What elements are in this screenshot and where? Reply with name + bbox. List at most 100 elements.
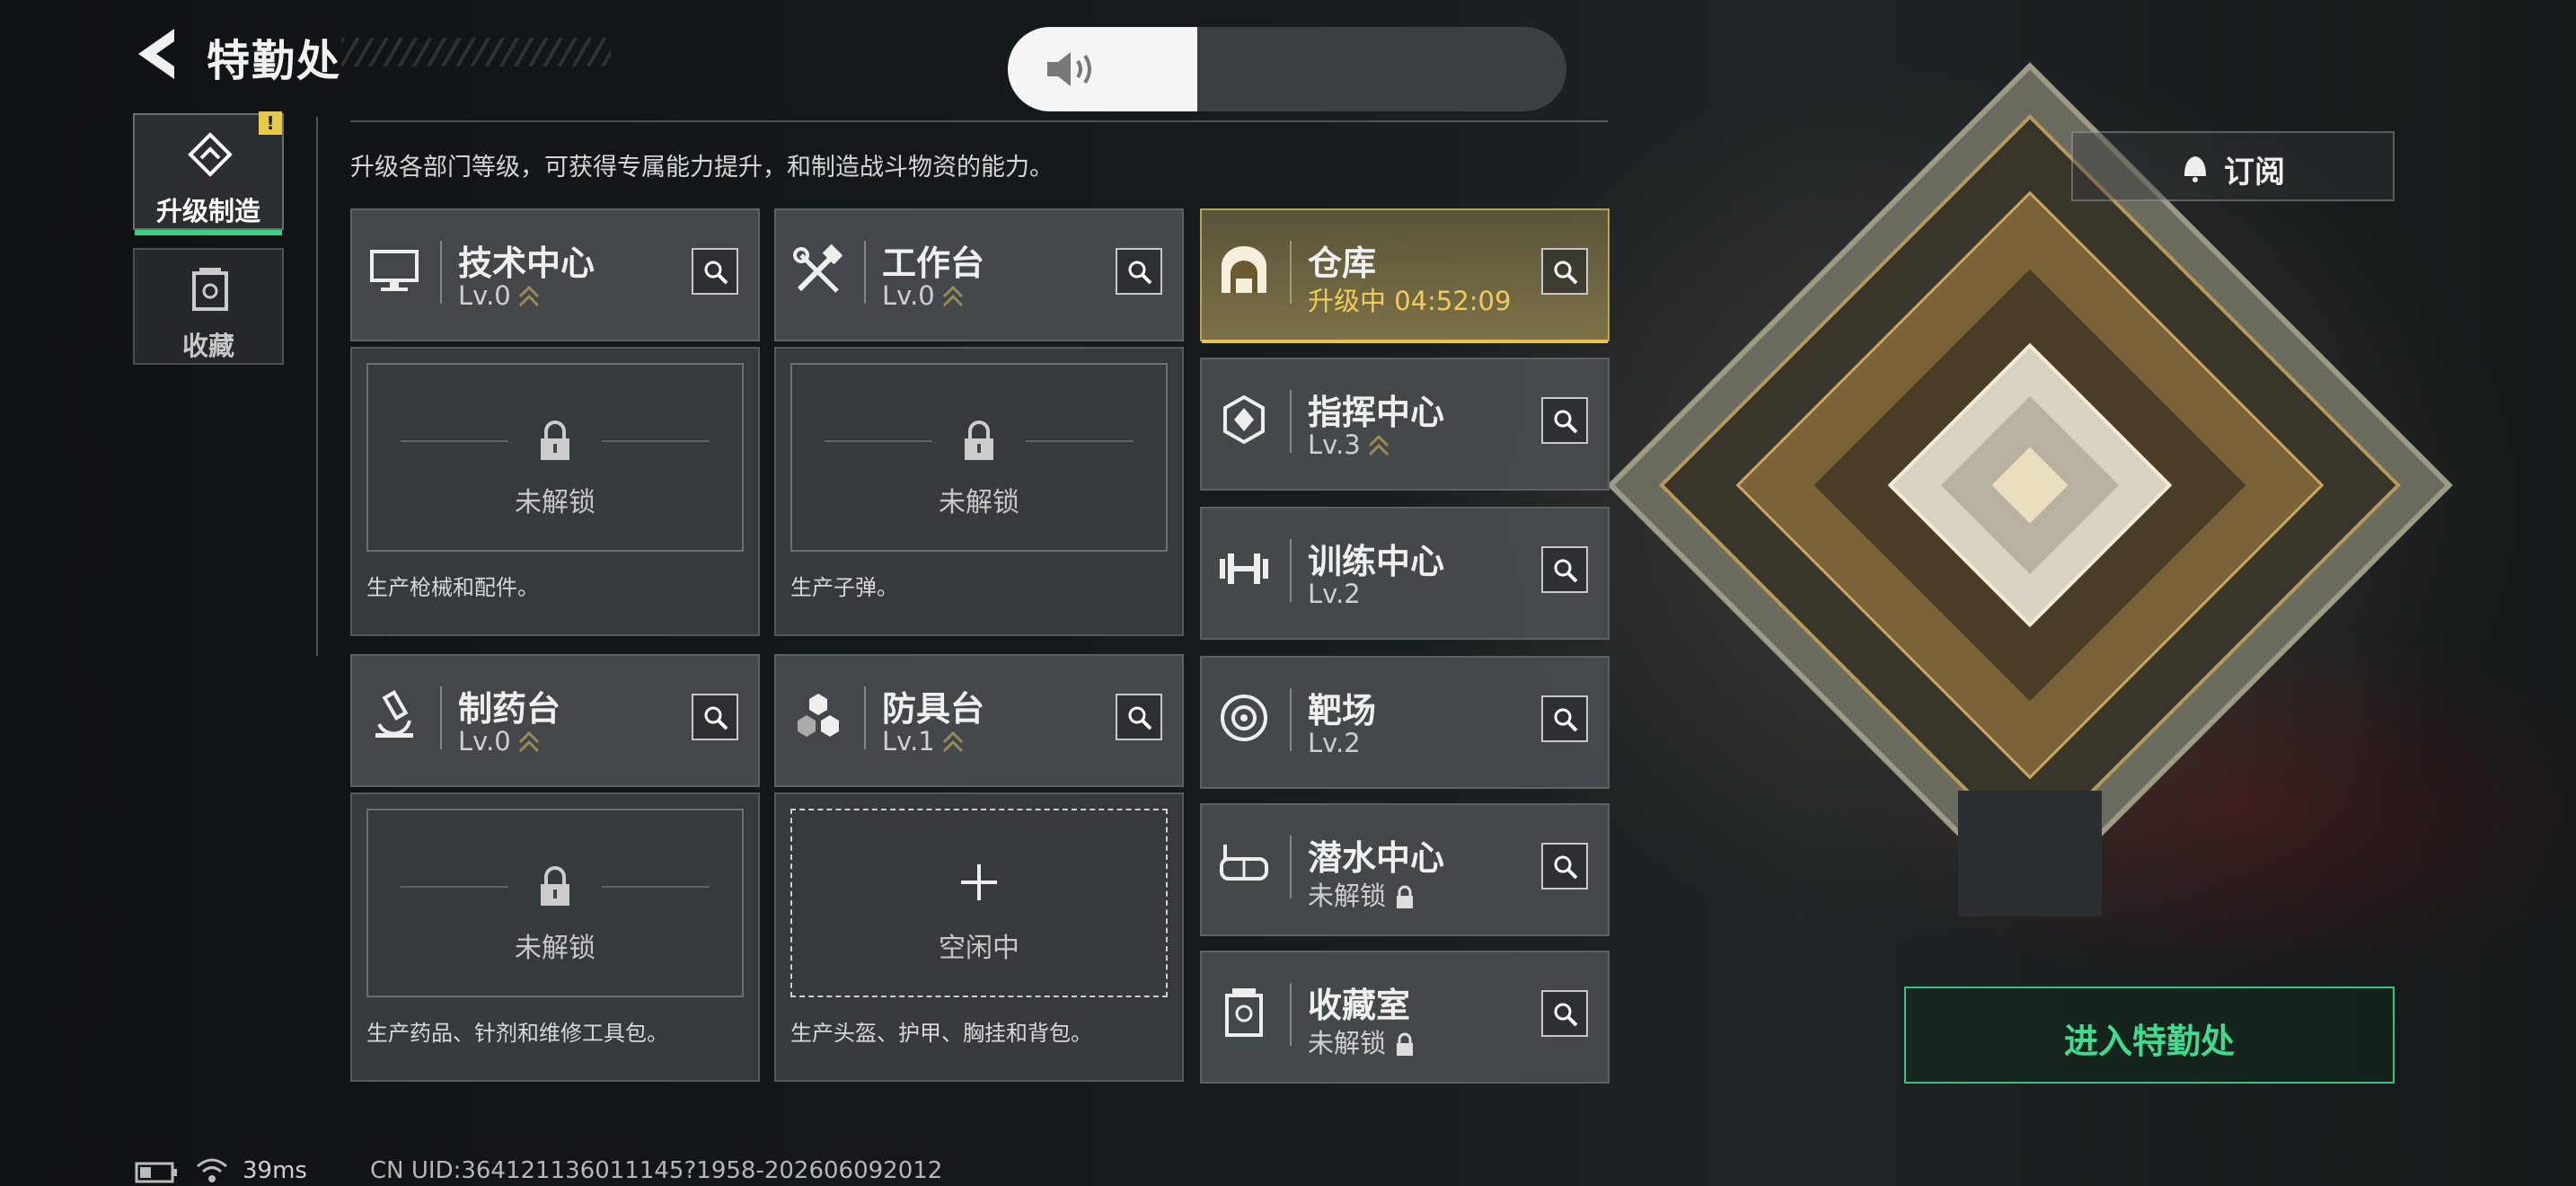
subscribe-button[interactable]: 订阅 xyxy=(2071,131,2395,201)
production-panel-tech[interactable]: 未解锁 生产枪械和配件。 xyxy=(350,347,760,636)
facility-name: 制药台 xyxy=(458,689,561,729)
card-training-center[interactable]: 训练中心 Lv.2 xyxy=(1200,507,1610,640)
production-description: 生产子弹。 xyxy=(790,575,898,600)
divider xyxy=(1290,983,1292,1046)
ping-text: 39ms xyxy=(243,1157,307,1184)
card-warehouse[interactable]: 仓库 升级中 04:52:09 xyxy=(1200,208,1610,343)
facility-level: Lv.2 xyxy=(1308,728,1361,758)
inspect-button[interactable] xyxy=(1541,546,1588,593)
status-text: 未解锁 xyxy=(1308,881,1387,911)
inspect-button[interactable] xyxy=(1541,695,1588,742)
production-description: 生产药品、针剂和维修工具包。 xyxy=(366,1021,668,1046)
divider xyxy=(864,686,866,749)
search-icon xyxy=(1554,708,1578,732)
inspect-button[interactable] xyxy=(1541,990,1588,1037)
upgrade-icon xyxy=(188,132,233,177)
enter-special-ops-button[interactable]: 进入特勤处 xyxy=(1904,987,2395,1084)
production-description: 生产头盔、护甲、胸挂和背包。 xyxy=(790,1021,1092,1046)
wifi-icon xyxy=(197,1158,227,1182)
alert-badge: ! xyxy=(259,111,282,135)
facility-status: 升级中 04:52:09 xyxy=(1308,286,1512,316)
divider xyxy=(864,241,866,304)
facility-name: 技术中心 xyxy=(458,243,595,283)
search-icon xyxy=(1554,1003,1578,1027)
facility-level: Lv.0 xyxy=(458,726,540,757)
warehouse-icon xyxy=(1222,246,1266,293)
sidebar-item-collection[interactable]: 收藏 xyxy=(133,248,284,365)
card-collection-room[interactable]: 收藏室 未解锁 xyxy=(1200,951,1610,1084)
enter-label: 进入特勤处 xyxy=(2063,1022,2235,1061)
divider xyxy=(1290,539,1292,602)
collection-icon xyxy=(192,268,228,311)
facility-status: 未解锁 xyxy=(1308,875,1416,913)
facility-name: 训练中心 xyxy=(1308,542,1445,581)
search-icon xyxy=(1554,855,1578,880)
dumbbell-icon xyxy=(1220,553,1268,584)
inspect-button[interactable] xyxy=(1541,397,1588,444)
card-workbench[interactable]: 工作台 Lv.0 xyxy=(774,208,1184,341)
facility-name: 潜水中心 xyxy=(1308,838,1445,878)
microscope-icon xyxy=(375,690,413,738)
card-shooting-range[interactable]: 靶场 Lv.2 xyxy=(1200,656,1610,789)
production-description: 生产枪械和配件。 xyxy=(366,575,539,600)
upgrade-chevron-icon xyxy=(942,285,963,307)
uid-text: CN UID:364121136011145?1958-202606092012 xyxy=(370,1157,943,1184)
card-diving-center[interactable]: 潜水中心 未解锁 xyxy=(1200,803,1610,936)
inspect-button[interactable] xyxy=(692,694,738,740)
upgrade-chevron-icon xyxy=(518,730,539,753)
divider xyxy=(1290,390,1292,453)
search-icon xyxy=(1128,706,1152,730)
slot-frame: 未解锁 xyxy=(366,809,744,997)
production-panel-pharmacy[interactable]: 未解锁 生产药品、针剂和维修工具包。 xyxy=(350,792,760,1082)
facility-level: Lv.1 xyxy=(882,726,964,757)
divider xyxy=(401,440,508,442)
facility-level: Lv.0 xyxy=(882,280,964,311)
inspect-button[interactable] xyxy=(1541,843,1588,890)
slot-state: 未解锁 xyxy=(515,487,595,518)
divider xyxy=(1026,440,1134,442)
monitor-icon xyxy=(370,250,419,291)
facility-name: 收藏室 xyxy=(1308,986,1411,1025)
production-panel-workbench[interactable]: 未解锁 生产子弹。 xyxy=(774,347,1184,636)
page-title: 特勤处 xyxy=(207,36,342,86)
slot-state: 未解锁 xyxy=(515,933,595,964)
inspect-button[interactable] xyxy=(692,248,738,295)
production-panel-armor[interactable]: 空闲中 生产头盔、护甲、胸挂和背包。 xyxy=(774,792,1184,1082)
divider xyxy=(602,440,710,442)
volume-slider-fill xyxy=(1008,27,1198,111)
inspect-button[interactable] xyxy=(1541,248,1588,295)
bell-icon xyxy=(2184,156,2206,182)
divider xyxy=(1290,241,1292,304)
slot-frame[interactable]: 空闲中 xyxy=(790,809,1168,997)
inspect-button[interactable] xyxy=(1116,248,1162,295)
divider xyxy=(350,120,1608,122)
level-text: Lv.1 xyxy=(882,726,935,757)
card-command-center[interactable]: 指挥中心 Lv.3 xyxy=(1200,358,1610,491)
plus-icon xyxy=(961,864,997,900)
divider xyxy=(440,686,442,749)
search-icon xyxy=(1128,261,1152,285)
card-tech-center[interactable]: 技术中心 Lv.0 xyxy=(350,208,760,341)
diving-mask-icon xyxy=(1220,845,1268,881)
back-arrow-icon[interactable] xyxy=(133,25,187,83)
card-armor-bench[interactable]: 防具台 Lv.1 xyxy=(774,654,1184,787)
level-text: Lv.0 xyxy=(458,280,511,311)
level-text: Lv.0 xyxy=(458,726,511,757)
card-pharmacy[interactable]: 制药台 Lv.0 xyxy=(350,654,760,787)
tools-icon xyxy=(793,243,843,293)
divider xyxy=(825,440,932,442)
divider xyxy=(1290,836,1292,898)
search-icon xyxy=(1554,559,1578,583)
search-icon xyxy=(1554,261,1578,285)
upgrade-chevron-icon xyxy=(1368,434,1389,456)
volume-slider[interactable] xyxy=(1008,27,1566,111)
facility-name: 防具台 xyxy=(882,689,985,729)
divider xyxy=(602,886,710,888)
divider xyxy=(316,117,318,656)
upgrade-progress-line xyxy=(1202,340,1608,343)
lock-icon xyxy=(965,420,993,460)
slot-frame: 未解锁 xyxy=(366,363,744,552)
sidebar-item-label: 收藏 xyxy=(181,331,234,361)
inspect-button[interactable] xyxy=(1116,694,1162,740)
page-description: 升级各部门等级，可获得专属能力提升，和制造战斗物资的能力。 xyxy=(350,154,1054,181)
